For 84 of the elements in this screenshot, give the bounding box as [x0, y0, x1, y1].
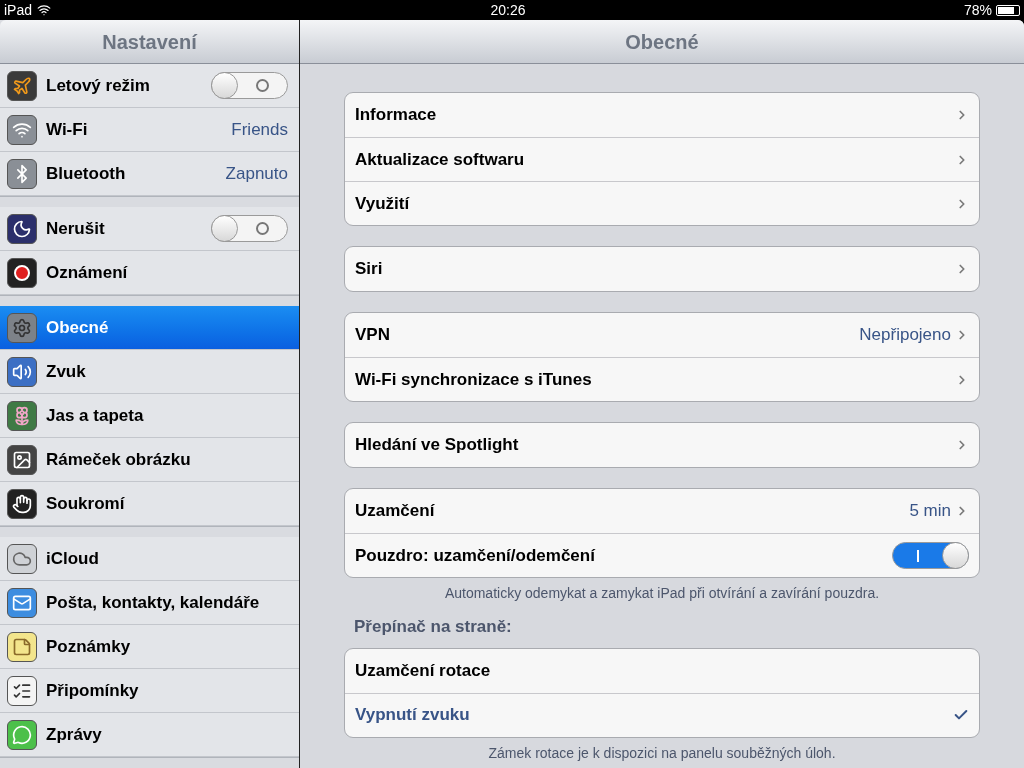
sidebar-item[interactable]: Obecné — [0, 306, 299, 350]
sidebar-item[interactable]: Pošta, kontakty, kalendáře — [0, 581, 299, 625]
sidebar-label: Zprávy — [46, 723, 103, 746]
speaker-icon — [7, 356, 37, 387]
envelope-icon — [7, 587, 37, 618]
sidebar-label: Zvuk — [46, 360, 87, 383]
row-label: Uzamčení — [355, 500, 436, 523]
battery-icon — [996, 4, 1020, 16]
wifi-icon — [36, 3, 53, 17]
toggle-switch[interactable] — [211, 72, 288, 99]
settings-row[interactable]: Siri — [345, 247, 979, 291]
settings-row[interactable]: Vypnutí zvuku — [345, 692, 979, 737]
airplane-icon — [7, 70, 37, 101]
sidebar-item[interactable]: Jas a tapeta — [0, 394, 299, 438]
picture-frame-icon — [7, 444, 37, 475]
row-label: Využití — [355, 192, 411, 215]
row-label: Pouzdro: uzamčení/odemčení — [355, 544, 597, 567]
sidebar-item[interactable]: Soukromí — [0, 482, 299, 526]
section-footer: Automaticky odemykat a zamykat iPad při otvírání a zavírání pouzdra. — [344, 584, 980, 602]
cloud-icon — [7, 543, 37, 574]
row-label: VPN — [355, 324, 391, 347]
settings-row[interactable]: Uzamčení rotace — [345, 648, 979, 693]
settings-row[interactable]: Hledání ve Spotlight — [345, 423, 979, 467]
sidebar-label: iCloud — [46, 547, 100, 570]
sidebar-item[interactable]: Nerušit — [0, 207, 299, 251]
sidebar-item[interactable]: Wi-Fi Friends — [0, 108, 299, 152]
sidebar-label: Pošta, kontakty, kalendáře — [46, 591, 261, 614]
detail-title: Obecné — [625, 29, 699, 55]
sidebar-value: Zapnuto — [225, 162, 288, 185]
sidebar-item[interactable]: iCloud — [0, 537, 299, 581]
device-name: iPad — [4, 0, 33, 20]
notification-icon — [7, 257, 37, 288]
section-header: Přepínač na straně: — [354, 616, 513, 638]
battery-percent: 78% — [964, 0, 992, 20]
sidebar-item[interactable]: Zprávy — [0, 713, 299, 757]
row-label: Wi-Fi synchronizace s iTunes — [355, 368, 593, 391]
sidebar-item[interactable]: Zvuk — [0, 350, 299, 394]
settings-row[interactable]: Uzamčení 5 min — [345, 489, 979, 533]
section-footer: Zámek rotace je k dispozici na panelu souběžných úloh. — [344, 743, 980, 762]
sidebar-item[interactable]: Poznámky — [0, 625, 299, 669]
settings-row[interactable]: Pouzdro: uzamčení/odemčení — [345, 533, 979, 577]
sidebar-label: Wi-Fi — [46, 118, 89, 141]
sidebar-item[interactable]: Oznámení — [0, 251, 299, 295]
sidebar-value: Friends — [231, 118, 288, 141]
sidebar-item[interactable]: Letový režim — [0, 64, 299, 108]
wifi-icon — [7, 114, 37, 145]
row-value: Nepřipojeno — [859, 324, 951, 347]
sidebar-label: Nerušit — [46, 217, 106, 240]
row-label: Vypnutí zvuku — [355, 704, 471, 727]
sidebar-item[interactable]: Bluetooth Zapnuto — [0, 152, 299, 196]
settings-row[interactable]: Aktualizace softwaru — [345, 137, 979, 181]
sidebar-label: Obecné — [46, 316, 110, 339]
row-label: Aktualizace softwaru — [355, 148, 526, 171]
row-label: Siri — [355, 258, 384, 281]
clock: 20:26 — [490, 0, 526, 20]
checklist-icon — [7, 675, 37, 706]
notepad-icon — [7, 631, 37, 662]
sidebar-title: Nastavení — [102, 29, 197, 55]
sidebar-label: Bluetooth — [46, 162, 127, 185]
toggle-switch[interactable] — [892, 542, 969, 569]
sidebar-label: Letový režim — [46, 74, 151, 97]
row-value: 5 min — [909, 500, 951, 523]
settings-row[interactable]: Informace — [345, 93, 979, 137]
sidebar-label: Poznámky — [46, 635, 132, 658]
settings-row[interactable]: Využití — [345, 181, 979, 225]
speech-bubble-icon — [7, 719, 37, 750]
row-label: Hledání ve Spotlight — [355, 434, 520, 457]
sidebar-item[interactable]: Rámeček obrázku — [0, 438, 299, 482]
sidebar-item[interactable]: Připomínky — [0, 669, 299, 713]
hand-icon — [7, 488, 37, 519]
toggle-switch[interactable] — [211, 215, 288, 242]
sidebar-label: Připomínky — [46, 679, 140, 702]
settings-row[interactable]: VPN Nepřipojeno — [345, 313, 979, 357]
sidebar-label: Jas a tapeta — [46, 404, 145, 427]
row-label: Informace — [355, 104, 438, 127]
flower-icon — [7, 400, 37, 431]
row-label: Uzamčení rotace — [355, 659, 492, 682]
sidebar-label: Soukromí — [46, 492, 126, 515]
moon-icon — [7, 213, 37, 244]
sidebar-label: Rámeček obrázku — [46, 448, 192, 471]
bluetooth-icon — [7, 158, 37, 189]
sidebar-label: Oznámení — [46, 261, 129, 284]
settings-row[interactable]: Wi-Fi synchronizace s iTunes — [345, 357, 979, 401]
gear-icon — [7, 312, 37, 343]
